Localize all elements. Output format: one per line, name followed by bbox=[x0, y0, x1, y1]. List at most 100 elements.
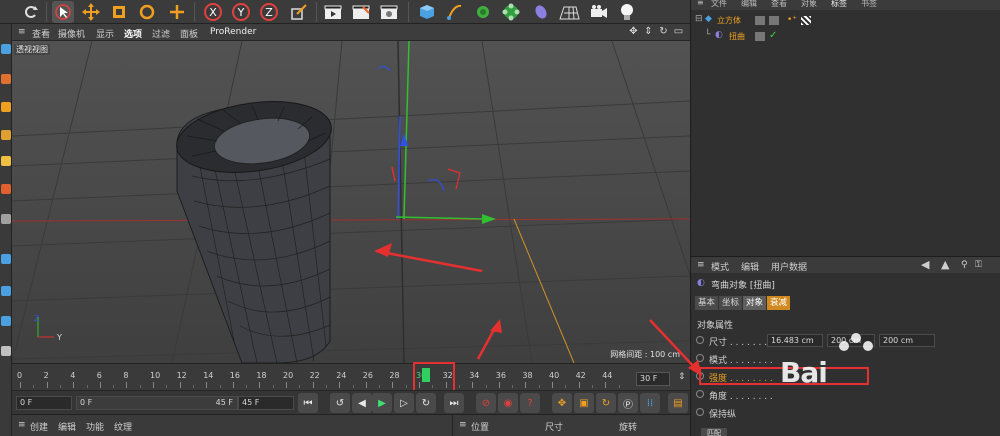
tweak-mode-icon[interactable] bbox=[1, 184, 11, 194]
menu-edit[interactable]: 编辑 bbox=[58, 420, 76, 433]
om-menu-object[interactable]: 对象 bbox=[801, 0, 817, 9]
model-mode-icon[interactable] bbox=[1, 44, 11, 54]
world-coord-icon[interactable] bbox=[288, 1, 310, 23]
om-menu-bookmark[interactable]: 书签 bbox=[861, 0, 877, 9]
om-menu-edit[interactable]: 编辑 bbox=[741, 0, 757, 9]
am-menu-mode[interactable]: 模式 bbox=[711, 260, 729, 273]
end-frame-field[interactable]: 45 F bbox=[238, 396, 294, 410]
axis-mode-icon[interactable] bbox=[1, 156, 11, 166]
y-axis-icon[interactable]: Y bbox=[230, 1, 252, 23]
play-icon[interactable]: ▶ bbox=[372, 393, 392, 413]
phong-tag-icon[interactable]: •⁺ bbox=[787, 15, 797, 25]
size-x-field[interactable]: 16.483 cm bbox=[767, 334, 823, 347]
timeline-window-icon[interactable]: ▤ bbox=[668, 393, 688, 413]
loop-icon[interactable]: ↻ bbox=[416, 393, 436, 413]
timeline-ruler[interactable]: 0246810121416182022242628303234363840424… bbox=[12, 363, 690, 390]
scale-icon[interactable] bbox=[108, 1, 130, 23]
step-back-icon[interactable]: ◀ bbox=[352, 393, 372, 413]
undo-icon[interactable] bbox=[20, 1, 42, 23]
key-pla-icon[interactable]: ⁞⁞ bbox=[640, 393, 660, 413]
tab-coord[interactable]: 坐标 bbox=[719, 296, 743, 310]
object-row-cube[interactable]: ⊟ ◆ 立方体 •⁺ bbox=[691, 14, 1000, 28]
deformer-icon[interactable] bbox=[530, 1, 552, 23]
object-row-twist[interactable]: └ ◐ 扭曲 ✓ bbox=[691, 30, 1000, 44]
visibility-icon[interactable] bbox=[755, 32, 765, 41]
viewport-menu-display[interactable]: 显示 bbox=[96, 27, 114, 40]
menu-texture[interactable]: 纹理 bbox=[114, 420, 132, 433]
frame-range-slider[interactable]: 0 F 45 F bbox=[76, 396, 238, 410]
pan-icon[interactable]: ✥ bbox=[628, 26, 639, 37]
go-to-end-icon[interactable]: ⏭ bbox=[444, 393, 464, 413]
camera-icon[interactable] bbox=[588, 1, 610, 23]
tab-falloff[interactable]: 衰减 bbox=[767, 296, 791, 310]
polygon-mode-icon[interactable] bbox=[1, 130, 11, 140]
am-menu-edit[interactable]: 编辑 bbox=[741, 260, 759, 273]
auto-key-icon[interactable]: ◉ bbox=[498, 393, 518, 413]
size-z-field[interactable]: 200 cm bbox=[879, 334, 935, 347]
viewport-menu-panel[interactable]: 面板 bbox=[180, 27, 198, 40]
om-menu-file[interactable]: 文件 bbox=[711, 0, 727, 9]
viewport-menu-view[interactable]: 查看 bbox=[32, 27, 50, 40]
om-menu-view[interactable]: 查看 bbox=[771, 0, 787, 9]
x-axis-icon[interactable]: X bbox=[202, 1, 224, 23]
render-settings-icon[interactable] bbox=[378, 1, 400, 23]
expand-icon[interactable]: ⊟ bbox=[695, 14, 703, 24]
tab-object[interactable]: 对象 bbox=[743, 296, 767, 310]
lock-icon[interactable]: ⚿ bbox=[975, 260, 982, 270]
texture-tag-icon[interactable] bbox=[801, 16, 811, 25]
menu-create[interactable]: 创建 bbox=[30, 420, 48, 433]
object-name[interactable]: 扭曲 bbox=[729, 31, 745, 42]
up-arrow-icon[interactable]: ▲ bbox=[941, 258, 949, 271]
prev-key-icon[interactable]: ↺ bbox=[330, 393, 350, 413]
key-position-icon[interactable]: ✥ bbox=[552, 393, 572, 413]
om-menu-tag[interactable]: 标签 bbox=[831, 0, 847, 9]
nurbs-icon[interactable] bbox=[472, 1, 494, 23]
keyframe-selection-icon[interactable]: ? bbox=[520, 393, 540, 413]
select-icon[interactable] bbox=[52, 1, 74, 23]
fit-button[interactable]: 匹配 bbox=[701, 428, 727, 436]
perspective-viewport[interactable]: Z Y 透视视图 网格间距 : 100 cm bbox=[12, 41, 690, 363]
enabled-check-icon[interactable]: ✓ bbox=[769, 30, 777, 41]
menu-function[interactable]: 功能 bbox=[86, 420, 104, 433]
viewport-menu-camera[interactable]: 摄像机 bbox=[58, 27, 85, 40]
search-icon[interactable]: ⚲ bbox=[961, 260, 968, 270]
animate-radio[interactable] bbox=[696, 390, 704, 398]
z-axis-icon[interactable]: Z bbox=[258, 1, 280, 23]
dolly-icon[interactable]: ⇕ bbox=[643, 26, 654, 37]
workplane-icon[interactable] bbox=[1, 254, 11, 264]
pen-icon[interactable] bbox=[444, 1, 466, 23]
object-name[interactable]: 立方体 bbox=[717, 15, 741, 26]
key-scale-icon[interactable]: ▣ bbox=[574, 393, 594, 413]
record-keys-icon[interactable]: ⊘ bbox=[476, 393, 496, 413]
maximize-icon[interactable]: ▭ bbox=[673, 26, 684, 37]
point-mode-icon[interactable] bbox=[1, 74, 11, 84]
orbit-icon[interactable]: ↻ bbox=[658, 26, 669, 37]
snap-icon[interactable] bbox=[1, 214, 11, 224]
viewport-menu-options[interactable]: 选项 bbox=[124, 27, 142, 40]
solo-icon[interactable] bbox=[1, 346, 11, 356]
start-frame-field[interactable]: 0 F bbox=[16, 396, 72, 410]
render-toggle-icon[interactable] bbox=[769, 16, 779, 25]
render-view-icon[interactable] bbox=[322, 1, 344, 23]
grid-icon[interactable] bbox=[1, 316, 11, 326]
move-icon[interactable] bbox=[80, 1, 102, 23]
go-to-start-icon[interactable]: ⏮ bbox=[298, 393, 318, 413]
light-icon[interactable] bbox=[616, 1, 638, 23]
add-icon[interactable] bbox=[166, 1, 188, 23]
array-icon[interactable] bbox=[500, 1, 522, 23]
tab-basic[interactable]: 基本 bbox=[695, 296, 719, 310]
visibility-icon[interactable] bbox=[755, 16, 765, 25]
step-forward-icon[interactable]: ▷ bbox=[394, 393, 414, 413]
lock-icon[interactable] bbox=[1, 286, 11, 296]
am-menu-userdata[interactable]: 用户数据 bbox=[771, 260, 807, 273]
key-param-icon[interactable]: Ⓟ bbox=[618, 393, 638, 413]
viewport-menu-filter[interactable]: 过滤 bbox=[152, 27, 170, 40]
key-rotation-icon[interactable]: ↻ bbox=[596, 393, 616, 413]
render-icon[interactable] bbox=[350, 1, 372, 23]
edge-mode-icon[interactable] bbox=[1, 102, 11, 112]
rotate-icon[interactable] bbox=[136, 1, 158, 23]
animate-radio[interactable] bbox=[696, 408, 704, 416]
floor-icon[interactable] bbox=[558, 1, 580, 23]
viewport-menu-prorender[interactable]: ProRender bbox=[210, 27, 256, 37]
back-arrow-icon[interactable]: ◀ bbox=[921, 258, 929, 271]
